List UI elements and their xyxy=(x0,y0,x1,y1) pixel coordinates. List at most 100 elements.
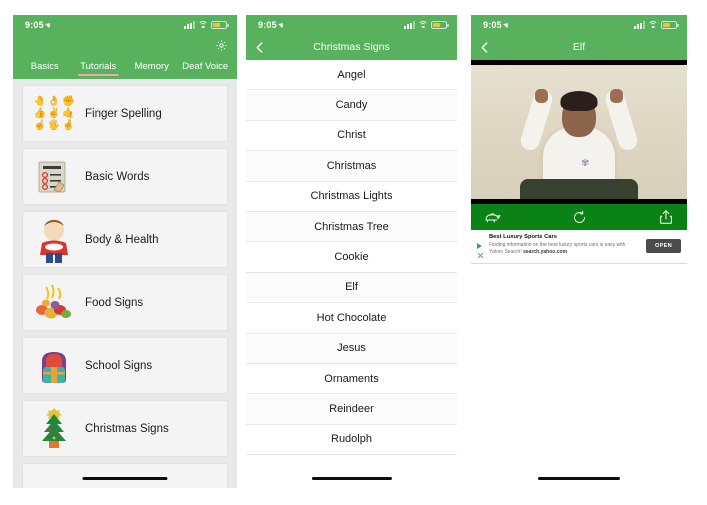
status-bar: 9:05 xyxy=(13,15,237,34)
ad-title: Best Luxury Sports Cars xyxy=(489,234,557,240)
status-bar-right xyxy=(634,20,679,29)
phone-screen-tutorials: 9:05 Basics Tutorials Memory Deaf Voice xyxy=(13,15,237,488)
wifi-icon xyxy=(648,20,658,29)
list-item[interactable]: Jesus xyxy=(246,333,457,364)
battery-icon xyxy=(431,20,449,29)
list-item-label: Food Signs xyxy=(85,296,144,309)
nav-bar: Christmas Signs xyxy=(246,34,457,60)
home-indicator[interactable] xyxy=(82,477,168,480)
tab-tutorials[interactable]: Tutorials xyxy=(72,61,126,76)
video-toolbar xyxy=(471,204,687,230)
list-item[interactable]: Christmas Tree xyxy=(246,211,457,243)
tab-deaf-voice[interactable]: Deaf Voice xyxy=(179,61,233,75)
list-item[interactable] xyxy=(22,463,228,488)
list-item[interactable]: Basic Words xyxy=(22,148,228,205)
phone-screen-elf-video: 9:05 Elf ✾ Best Luxury Sports Cars Findi… xyxy=(471,15,687,488)
app-header: Basics Tutorials Memory Deaf Voice xyxy=(13,34,237,79)
list-item-label: School Signs xyxy=(85,359,153,372)
page-title: Elf xyxy=(572,41,586,53)
status-bar-left: 9:05 xyxy=(483,19,511,30)
status-bar-right xyxy=(184,20,229,29)
status-bar-time: 9:05 xyxy=(25,19,44,30)
ad-open-button[interactable]: OPEN xyxy=(645,239,681,253)
ad-source: Yahoo Search! search.yahoo.com xyxy=(489,249,642,256)
ad-banner[interactable]: Best Luxury Sports Cars Finding informat… xyxy=(471,230,687,264)
gear-icon[interactable] xyxy=(215,39,228,52)
wifi-icon xyxy=(198,20,208,29)
tab-memory[interactable]: Memory xyxy=(125,61,179,75)
list-item-label: Basic Words xyxy=(85,170,150,183)
hand-alphabet-icon: 🤚 👌 ✊ 👍 ✌ 🤙 ☝ 🖐 🤞 xyxy=(33,96,75,131)
ad-source-prefix: Yahoo Search! xyxy=(489,248,524,255)
food-icon xyxy=(31,280,77,326)
list-item[interactable]: Cookie xyxy=(246,242,457,273)
home-indicator[interactable] xyxy=(537,477,621,480)
christmas-tree-icon xyxy=(31,406,77,452)
sign-language-video[interactable]: ✾ xyxy=(471,60,687,204)
list-item-label: Christmas Signs xyxy=(85,422,169,435)
list-item[interactable]: Ornaments xyxy=(246,363,457,395)
list-item[interactable]: Christmas Lights xyxy=(246,181,457,212)
list-item[interactable]: Body & Health xyxy=(22,211,228,268)
status-bar-left: 9:05 xyxy=(258,19,286,30)
phone-screen-christmas-signs: 9:05 Christmas Signs Angel Candy Christ … xyxy=(246,15,457,488)
status-bar-time: 9:05 xyxy=(483,19,502,30)
chevron-left-icon[interactable] xyxy=(253,40,265,54)
category-list[interactable]: 🤚 👌 ✊ 👍 ✌ 🤙 ☝ 🖐 🤞 Finger Spelling Basic … xyxy=(13,79,237,488)
ad-description: Finding information on the best luxury s… xyxy=(489,241,626,248)
status-bar-left: 9:05 xyxy=(25,19,53,30)
ad-markers xyxy=(477,234,485,258)
status-bar: 9:05 xyxy=(471,15,687,34)
status-bar-time: 9:05 xyxy=(258,19,277,30)
cellular-signal-icon xyxy=(634,20,645,29)
home-indicator[interactable] xyxy=(311,477,392,480)
list-item[interactable]: Reindeer xyxy=(246,394,457,425)
list-item[interactable]: Christmas xyxy=(246,151,457,182)
list-item[interactable]: Christmas Signs xyxy=(22,400,228,457)
wifi-icon xyxy=(418,20,428,29)
nav-bar: Elf xyxy=(471,34,687,60)
tab-bar: Basics Tutorials Memory Deaf Voice xyxy=(13,61,237,79)
shirt-butterfly-graphic: ✾ xyxy=(581,158,590,169)
cellular-signal-icon xyxy=(184,20,195,29)
person-icon xyxy=(31,217,77,263)
ad-text: Best Luxury Sports Cars Finding informat… xyxy=(489,234,642,256)
share-icon[interactable] xyxy=(655,207,677,227)
status-bar-right xyxy=(404,20,449,29)
ad-source-link[interactable]: search.yahoo.com xyxy=(523,249,567,255)
list-item[interactable]: Elf xyxy=(246,272,457,304)
chevron-left-icon[interactable] xyxy=(478,40,490,54)
video-page-body: ✾ Best Luxury Sports Cars Finding inform… xyxy=(471,60,687,488)
tab-basics[interactable]: Basics xyxy=(18,61,72,75)
list-item-label: Body & Health xyxy=(85,233,159,246)
ad-triangle-icon xyxy=(477,243,482,249)
video-person-hair xyxy=(560,91,598,111)
video-person-hand-left xyxy=(535,89,548,103)
battery-icon xyxy=(661,20,679,29)
list-item[interactable]: Candy xyxy=(246,90,457,121)
screenshot-stage: 9:05 Basics Tutorials Memory Deaf Voice xyxy=(0,0,707,505)
list-item[interactable]: Christ xyxy=(246,120,457,152)
list-item[interactable]: Rudolph xyxy=(246,424,457,456)
turtle-icon[interactable] xyxy=(481,207,503,227)
autumn-leaves-icon xyxy=(31,469,77,488)
video-person-hand-right xyxy=(610,89,623,103)
video-frame: ✾ xyxy=(471,65,687,199)
location-arrow-icon xyxy=(502,20,511,28)
status-bar: 9:05 xyxy=(246,15,457,34)
backpack-icon xyxy=(31,343,77,389)
list-item[interactable]: 🤚 👌 ✊ 👍 ✌ 🤙 ☝ 🖐 🤞 Finger Spelling xyxy=(22,85,228,142)
battery-icon xyxy=(211,20,229,29)
close-x-icon[interactable] xyxy=(477,252,483,258)
list-item[interactable]: Food Signs xyxy=(22,274,228,331)
video-person-lap xyxy=(520,179,638,199)
checklist-icon xyxy=(31,154,77,200)
location-arrow-icon xyxy=(277,20,286,28)
list-item[interactable]: Angel xyxy=(246,60,457,91)
list-item[interactable]: Hot Chocolate xyxy=(246,303,457,334)
location-arrow-icon xyxy=(44,20,53,28)
sign-list[interactable]: Angel Candy Christ Christmas Christmas L… xyxy=(246,60,457,488)
refresh-icon[interactable] xyxy=(568,207,590,227)
list-item[interactable]: School Signs xyxy=(22,337,228,394)
cellular-signal-icon xyxy=(404,20,415,29)
